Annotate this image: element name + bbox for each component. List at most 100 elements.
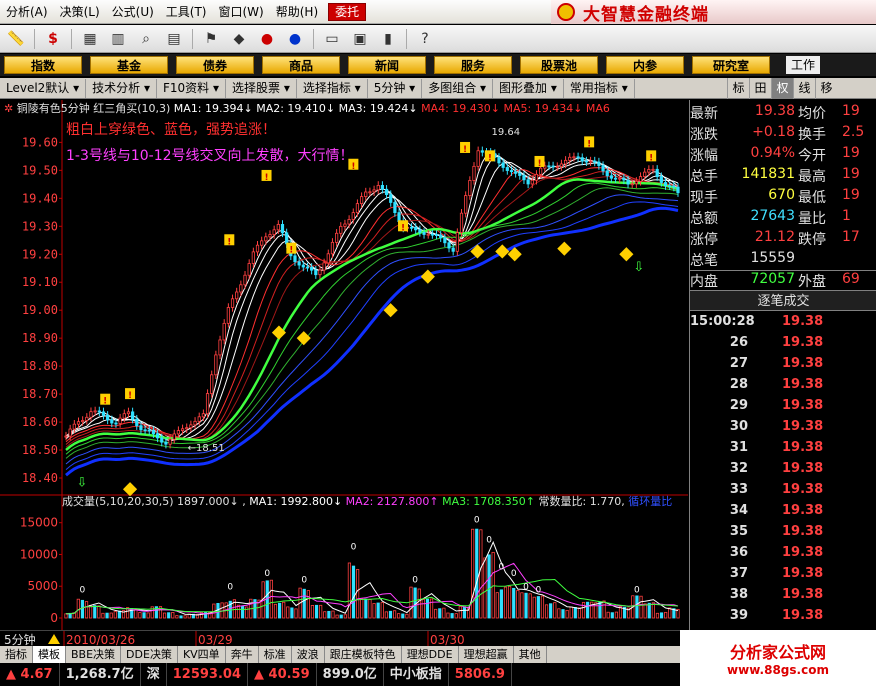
indicator-tab[interactable]: 其他 [514, 646, 547, 663]
volume-bar [314, 604, 319, 619]
menu-item[interactable]: 帮助(H) [270, 0, 324, 24]
candle [164, 441, 168, 445]
nav-button[interactable]: 新闻 [348, 56, 426, 74]
nav-button[interactable]: 股票池 [520, 56, 598, 74]
menu-item[interactable]: 分析(A) [0, 0, 54, 24]
nav-button[interactable]: 研究室 [692, 56, 770, 74]
nav-button[interactable]: 基金 [90, 56, 168, 74]
candle [376, 185, 380, 191]
candle [276, 224, 280, 231]
record-icon[interactable]: ● [255, 28, 279, 50]
candle [551, 165, 555, 168]
candle [72, 423, 76, 430]
tick-time: 31 [729, 440, 748, 455]
tick-time: 35 [729, 524, 748, 539]
indicator-tab[interactable]: 标准 [259, 646, 292, 663]
volume-bar [245, 606, 249, 619]
volume-bar [286, 606, 290, 619]
nav-button[interactable]: 内参 [606, 56, 684, 74]
candle [497, 157, 501, 164]
candle [643, 171, 647, 177]
function-tab[interactable]: 5分钟 ▾ [368, 78, 423, 98]
tick-time: 28 [729, 377, 748, 392]
volume-bar [339, 614, 343, 619]
menu-item[interactable]: 决策(L) [54, 0, 106, 24]
indicator-tab[interactable]: 理想超赢 [459, 646, 514, 663]
indicator-tab[interactable]: 理想DDE [402, 646, 459, 663]
function-tab[interactable]: Level2默认 ▾ [0, 78, 87, 98]
binoculars-icon[interactable]: ⌕ [134, 28, 158, 50]
function-tab[interactable]: 常用指标 ▾ [564, 78, 635, 98]
nav-button[interactable]: 商品 [262, 56, 340, 74]
quote-key: 总额 [690, 211, 718, 227]
view-tab[interactable]: 移 [815, 78, 837, 99]
bars-icon[interactable]: ▥ [106, 28, 130, 50]
help-icon[interactable]: ? [413, 28, 437, 50]
kline-chart[interactable]: 19.60 19.50 19.40 19.30 19.20 19.10 19.00 18.90… [0, 100, 688, 630]
volume-bar [356, 569, 360, 619]
books-icon[interactable]: ▮ [376, 28, 400, 50]
indicator-tab[interactable]: 指标 [0, 646, 33, 663]
function-tab[interactable]: 选择指标 ▾ [297, 78, 368, 98]
nav-button-more[interactable]: 工作 [786, 56, 820, 74]
candle [310, 266, 314, 271]
volume-bar [294, 608, 298, 619]
toolbar-divider [34, 28, 35, 49]
indicator-tab[interactable]: KV四单 [178, 646, 226, 663]
nav-button[interactable]: 服务 [434, 56, 512, 74]
indicator-tab[interactable]: 跟庄模板特色 [325, 646, 402, 663]
volume-bar [557, 608, 561, 619]
function-tab[interactable]: 图形叠加 ▾ [493, 78, 564, 98]
indicator-tab[interactable]: 波浪 [292, 646, 325, 663]
window-icon[interactable]: ▣ [348, 28, 372, 50]
function-tab[interactable]: 选择股票 ▾ [226, 78, 297, 98]
nav-button[interactable]: 债券 [176, 56, 254, 74]
indicator-tab[interactable]: BBE决策 [66, 646, 122, 663]
indicator-tab[interactable]: DDE决策 [121, 646, 178, 663]
y-tick-label: 19.30 [22, 219, 58, 233]
dollar-icon[interactable]: $ [41, 28, 65, 50]
candle [593, 160, 597, 163]
grid-icon[interactable]: ▤ [162, 28, 186, 50]
candle [97, 410, 101, 413]
volume-bar [413, 587, 417, 619]
buy-signal-glyph: ! [401, 223, 405, 233]
tick-row: 38 19.38 [690, 587, 876, 608]
menu-item[interactable]: 委托 [328, 2, 367, 21]
candle [89, 411, 93, 418]
date-label: 03/30 [430, 633, 465, 646]
candle [634, 180, 638, 185]
menu-item[interactable]: 窗口(W) [213, 0, 270, 24]
tick-time: 39 [729, 608, 748, 623]
tick-row: 35 19.38 [690, 524, 876, 545]
tick-time: 37 [729, 566, 748, 581]
buy-signal-glyph: ! [649, 153, 653, 163]
tick-price: 19.38 [782, 419, 824, 434]
menu-item[interactable]: 公式(U) [106, 0, 160, 24]
volume-bar [397, 613, 401, 619]
diamond-icon[interactable]: ◆ [227, 28, 251, 50]
candle [222, 322, 226, 341]
volume-bar [540, 595, 545, 619]
ruler-icon[interactable]: 📏 [4, 28, 28, 50]
chart-icon[interactable]: ▦ [78, 28, 102, 50]
low-label: ←18.51 [188, 443, 225, 454]
indicator-tab[interactable]: 奔牛 [226, 646, 259, 663]
view-tab[interactable]: 线 [793, 78, 815, 99]
nav-button[interactable]: 指数 [4, 56, 82, 74]
alert-icon[interactable]: ⚑ [199, 28, 223, 50]
buy-signal-glyph: ! [103, 397, 107, 407]
function-tab[interactable]: 技术分析 ▾ [86, 78, 157, 98]
volume-ma-label: 常数量比: 1.770, [539, 495, 629, 508]
view-tab[interactable]: 标 [727, 78, 749, 99]
view-tab[interactable]: 权 [771, 78, 793, 99]
play-icon[interactable]: ● [283, 28, 307, 50]
candle [343, 223, 347, 227]
function-tab[interactable]: F10资料 ▾ [157, 78, 227, 98]
indicator-tab[interactable]: 模板 [33, 646, 66, 663]
menu-item[interactable]: 工具(T) [160, 0, 213, 24]
document-icon[interactable]: ▭ [320, 28, 344, 50]
candle [672, 185, 676, 188]
function-tab[interactable]: 多图组合 ▾ [422, 78, 494, 98]
view-tab[interactable]: 田 [749, 78, 771, 99]
